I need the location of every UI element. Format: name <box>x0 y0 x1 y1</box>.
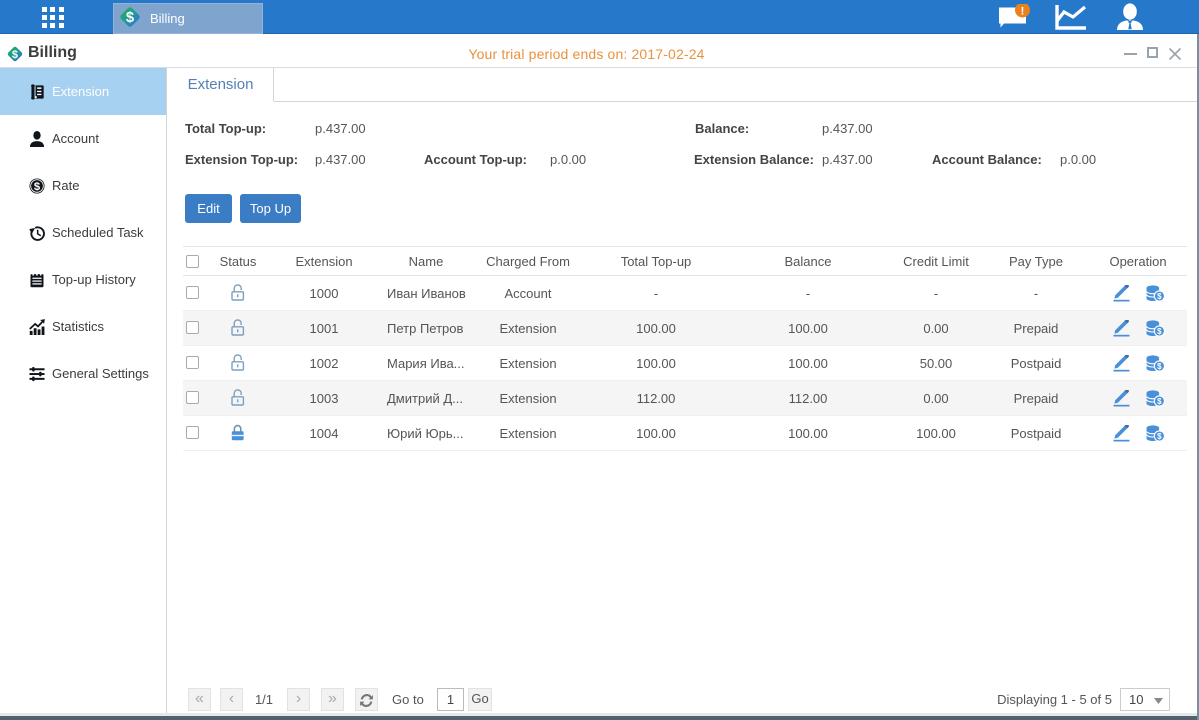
svg-text:$: $ <box>1157 292 1162 301</box>
svg-text:$: $ <box>1157 397 1162 406</box>
svg-text:$: $ <box>12 49 18 61</box>
svg-text:$: $ <box>126 10 134 26</box>
svg-text:$: $ <box>1157 362 1162 371</box>
svg-text:!: ! <box>1021 6 1025 18</box>
svg-text:$: $ <box>1157 432 1162 441</box>
svg-text:$: $ <box>1157 327 1162 336</box>
svg-text:$: $ <box>34 181 41 193</box>
